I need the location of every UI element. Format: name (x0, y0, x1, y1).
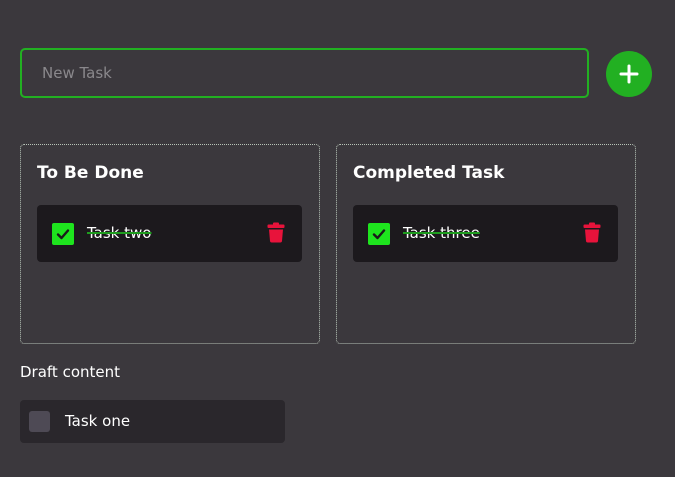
task-label: Task three (403, 224, 480, 242)
task-card: Task three (353, 205, 618, 262)
draft-section-label: Draft content (20, 363, 121, 381)
draft-task-checkbox[interactable] (29, 411, 50, 432)
plus-icon (619, 64, 639, 84)
delete-task-button[interactable] (267, 222, 285, 243)
todo-panel: To Be Done Task two (20, 144, 320, 344)
add-task-button[interactable] (606, 51, 652, 97)
completed-panel: Completed Task Task three (336, 144, 636, 344)
check-icon (372, 229, 386, 240)
task-checkbox[interactable] (368, 223, 390, 245)
new-task-input[interactable] (20, 48, 589, 98)
task-checkbox[interactable] (52, 223, 74, 245)
check-icon (56, 229, 70, 240)
draft-task-label: Task one (65, 412, 131, 430)
draft-task-item: Task one (20, 400, 285, 443)
todo-panel-title: To Be Done (37, 163, 144, 183)
delete-task-button[interactable] (583, 222, 601, 243)
task-card: Task two (37, 205, 302, 262)
trash-icon (267, 222, 285, 243)
completed-panel-title: Completed Task (353, 163, 505, 183)
task-label: Task two (87, 224, 152, 242)
trash-icon (583, 222, 601, 243)
